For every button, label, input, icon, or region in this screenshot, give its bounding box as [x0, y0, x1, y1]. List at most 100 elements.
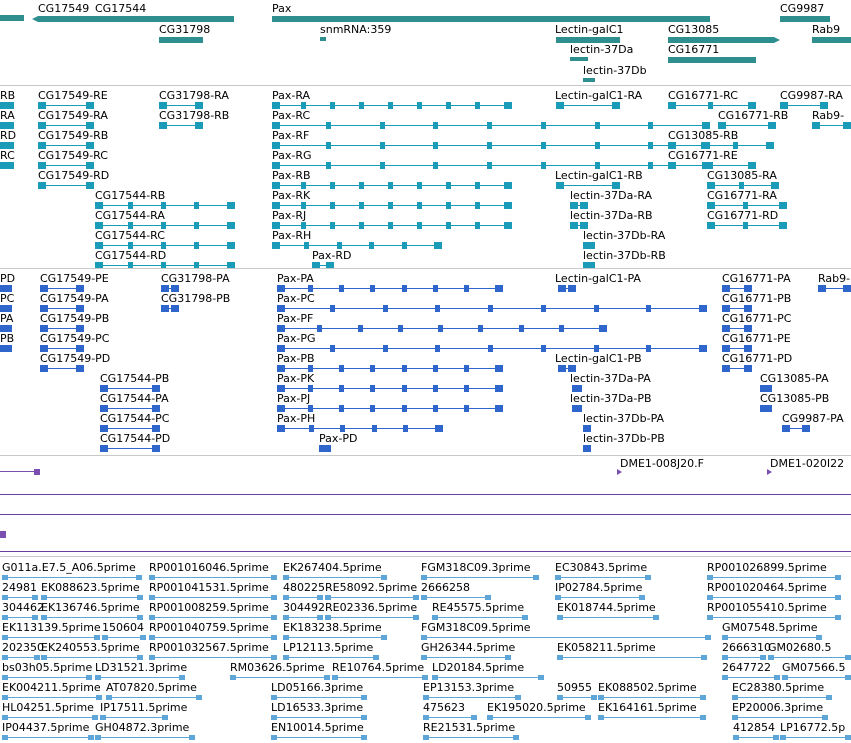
est-block[interactable]	[137, 595, 143, 600]
est-block[interactable]	[2, 615, 8, 620]
est-block[interactable]	[780, 735, 786, 740]
est-block[interactable]	[283, 595, 289, 600]
est-block[interactable]	[2, 735, 8, 740]
est-block[interactable]	[722, 635, 728, 640]
est-block[interactable]	[86, 675, 92, 680]
genome-browser-panel[interactable]: CG17549 CG17544 Pax CG9987 CG31798 snmRNA:359…	[0, 0, 851, 743]
est-block[interactable]	[421, 655, 427, 660]
est-block[interactable]	[845, 655, 851, 660]
est-block[interactable]	[317, 615, 323, 620]
est-block[interactable]	[149, 595, 155, 600]
est-block[interactable]	[271, 735, 277, 740]
est-block[interactable]	[283, 635, 289, 640]
est-block[interactable]	[598, 695, 604, 700]
est-block[interactable]	[421, 595, 427, 600]
est-block[interactable]	[835, 615, 841, 620]
est-block[interactable]	[189, 735, 195, 740]
est-block[interactable]	[149, 655, 155, 660]
est-block[interactable]	[733, 735, 739, 740]
est-block[interactable]	[41, 615, 47, 620]
est-block[interactable]	[485, 595, 491, 600]
est-block[interactable]	[538, 675, 544, 680]
est-block[interactable]	[639, 595, 645, 600]
est-block[interactable]	[422, 675, 428, 680]
est-block[interactable]	[722, 655, 728, 660]
est-block[interactable]	[732, 695, 738, 700]
est-block[interactable]	[522, 615, 528, 620]
est-block[interactable]	[381, 635, 387, 640]
est-block[interactable]	[653, 615, 659, 620]
est-block[interactable]	[136, 575, 142, 580]
est-block[interactable]	[845, 675, 851, 680]
est-block[interactable]	[413, 615, 419, 620]
est-block[interactable]	[822, 715, 828, 720]
est-block[interactable]	[325, 595, 331, 600]
est-block[interactable]	[732, 715, 738, 720]
est-block[interactable]	[271, 715, 277, 720]
est-block[interactable]	[95, 735, 101, 740]
est-block[interactable]	[774, 675, 780, 680]
est-block[interactable]	[100, 715, 106, 720]
est-block[interactable]	[557, 655, 563, 660]
est-block[interactable]	[271, 655, 277, 660]
est-block[interactable]	[2, 575, 8, 580]
est-block[interactable]	[707, 615, 713, 620]
est-block[interactable]	[283, 615, 289, 620]
est-block[interactable]	[645, 575, 651, 580]
est-block[interactable]	[137, 615, 143, 620]
est-block[interactable]	[432, 675, 438, 680]
est-block[interactable]	[487, 715, 493, 720]
est-block[interactable]	[505, 655, 511, 660]
est-block[interactable]	[760, 655, 766, 660]
est-block[interactable]	[423, 695, 429, 700]
est-block[interactable]	[149, 575, 155, 580]
est-block[interactable]	[230, 675, 236, 680]
est-block[interactable]	[722, 675, 728, 680]
est-block[interactable]	[381, 575, 387, 580]
est-block[interactable]	[835, 575, 841, 580]
est-block[interactable]	[707, 595, 713, 600]
est-block[interactable]	[140, 635, 146, 640]
est-block[interactable]	[271, 575, 277, 580]
est-block[interactable]	[423, 715, 429, 720]
est-block[interactable]	[2, 675, 8, 680]
est-block[interactable]	[705, 635, 711, 640]
est-block[interactable]	[361, 695, 367, 700]
est-block[interactable]	[283, 575, 289, 580]
est-block[interactable]	[816, 635, 822, 640]
est-block[interactable]	[2, 635, 8, 640]
est-block[interactable]	[421, 575, 427, 580]
est-block[interactable]	[555, 595, 561, 600]
est-block[interactable]	[41, 655, 47, 660]
est-block[interactable]	[102, 635, 108, 640]
est-block[interactable]	[92, 715, 98, 720]
est-block[interactable]	[96, 695, 102, 700]
est-block[interactable]	[2, 655, 8, 660]
est-block[interactable]	[361, 735, 367, 740]
est-block[interactable]	[585, 715, 591, 720]
est-block[interactable]	[413, 595, 419, 600]
est-block[interactable]	[591, 695, 597, 700]
est-block[interactable]	[515, 695, 521, 700]
est-block[interactable]	[271, 615, 277, 620]
est-block[interactable]	[324, 675, 330, 680]
est-block[interactable]	[271, 595, 277, 600]
est-block[interactable]	[598, 715, 604, 720]
est-block[interactable]	[32, 615, 38, 620]
est-block[interactable]	[196, 695, 202, 700]
est-block[interactable]	[271, 695, 277, 700]
est-block[interactable]	[32, 595, 38, 600]
est-block[interactable]	[555, 575, 561, 580]
est-block[interactable]	[845, 735, 851, 740]
est-block[interactable]	[41, 595, 47, 600]
est-block[interactable]	[317, 595, 323, 600]
est-block[interactable]	[471, 715, 477, 720]
est-block[interactable]	[137, 655, 143, 660]
est-block[interactable]	[533, 575, 539, 580]
est-block[interactable]	[700, 695, 706, 700]
est-block[interactable]	[773, 735, 779, 740]
est-block[interactable]	[835, 595, 841, 600]
est-block[interactable]	[701, 655, 707, 660]
est-block[interactable]	[557, 695, 563, 700]
est-block[interactable]	[106, 695, 112, 700]
